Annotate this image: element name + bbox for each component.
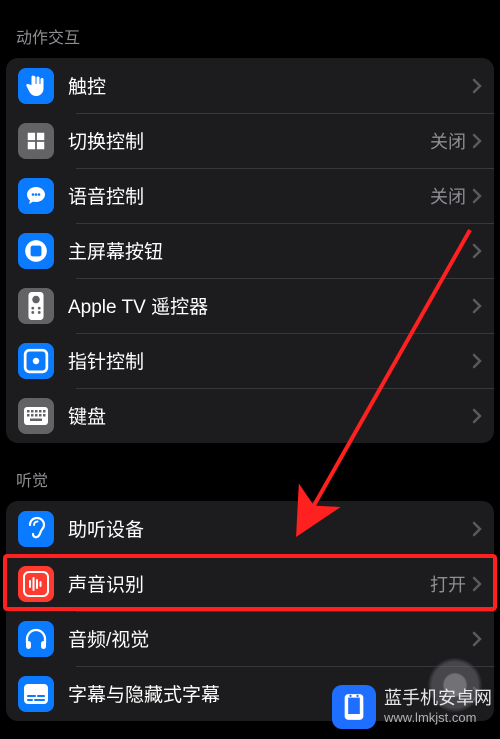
chevron-right-icon <box>472 631 482 647</box>
row-label: 声音识别 <box>68 570 430 597</box>
settings-row-pointer-control[interactable]: 指针控制 <box>6 333 494 388</box>
pointer-box-icon <box>18 343 54 379</box>
section-header-interaction: 动作交互 <box>0 0 500 58</box>
chevron-right-icon <box>472 521 482 537</box>
settings-row-voice-control[interactable]: 语音控制关闭 <box>6 168 494 223</box>
watermark-title: 蓝手机安卓网 <box>384 688 492 710</box>
settings-group-interaction: 触控切换控制关闭语音控制关闭主屏幕按钮Apple TV 遥控器指针控制键盘 <box>6 58 494 443</box>
settings-row-sound-recognition[interactable]: 声音识别打开 <box>6 556 494 611</box>
headphones-icon <box>18 621 54 657</box>
row-label: Apple TV 遥控器 <box>68 292 472 319</box>
row-label: 主屏幕按钮 <box>68 237 472 264</box>
row-label: 键盘 <box>68 402 472 429</box>
chevron-right-icon <box>472 353 482 369</box>
chevron-right-icon <box>472 188 482 204</box>
settings-row-home-button[interactable]: 主屏幕按钮 <box>6 223 494 278</box>
keyboard-icon <box>18 398 54 434</box>
row-label: 助听设备 <box>68 515 472 542</box>
settings-row-hearing-devices[interactable]: 助听设备 <box>6 501 494 556</box>
watermark-badge-icon <box>332 685 376 729</box>
grid-icon <box>18 123 54 159</box>
row-label: 指针控制 <box>68 347 472 374</box>
chevron-right-icon <box>472 408 482 424</box>
row-value: 打开 <box>430 571 466 597</box>
row-value: 关闭 <box>430 183 466 209</box>
home-circle-icon <box>18 233 54 269</box>
settings-row-audio-visual[interactable]: 音频/视觉 <box>6 611 494 666</box>
chevron-right-icon <box>472 78 482 94</box>
waveform-icon <box>18 566 54 602</box>
settings-row-switch-control[interactable]: 切换控制关闭 <box>6 113 494 168</box>
settings-row-keyboard[interactable]: 键盘 <box>6 388 494 443</box>
ear-icon <box>18 511 54 547</box>
settings-row-touch[interactable]: 触控 <box>6 58 494 113</box>
remote-icon <box>18 288 54 324</box>
row-value: 关闭 <box>430 128 466 154</box>
watermark-url: www.lmkjst.com <box>384 710 492 726</box>
row-label: 触控 <box>68 72 472 99</box>
hand-icon <box>18 68 54 104</box>
chevron-right-icon <box>472 243 482 259</box>
settings-row-appletv-remote[interactable]: Apple TV 遥控器 <box>6 278 494 333</box>
speech-bubble-icon <box>18 178 54 214</box>
caption-icon <box>18 676 54 712</box>
chevron-right-icon <box>472 133 482 149</box>
watermark: 蓝手机安卓网 www.lmkjst.com <box>332 685 492 729</box>
chevron-right-icon <box>472 298 482 314</box>
row-label: 切换控制 <box>68 127 430 154</box>
row-label: 音频/视觉 <box>68 625 472 652</box>
section-header-hearing: 听觉 <box>0 443 500 501</box>
row-label: 语音控制 <box>68 182 430 209</box>
chevron-right-icon <box>472 576 482 592</box>
